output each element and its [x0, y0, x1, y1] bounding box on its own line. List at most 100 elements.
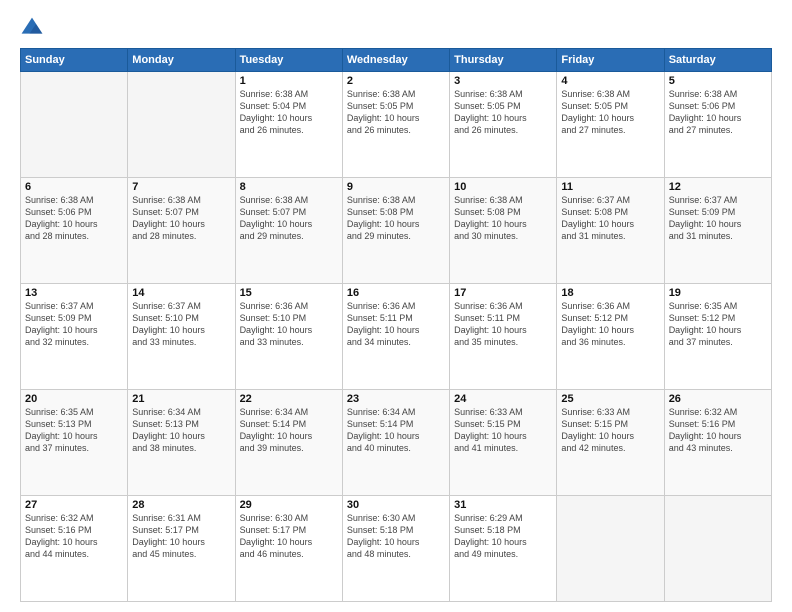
- calendar-table: SundayMondayTuesdayWednesdayThursdayFrid…: [20, 48, 772, 602]
- day-number: 17: [454, 287, 552, 299]
- day-detail: Sunrise: 6:38 AM Sunset: 5:04 PM Dayligh…: [240, 88, 338, 137]
- calendar-week-row: 27Sunrise: 6:32 AM Sunset: 5:16 PM Dayli…: [21, 496, 772, 602]
- day-number: 1: [240, 75, 338, 87]
- day-number: 12: [669, 181, 767, 193]
- day-detail: Sunrise: 6:35 AM Sunset: 5:12 PM Dayligh…: [669, 300, 767, 349]
- calendar-week-row: 1Sunrise: 6:38 AM Sunset: 5:04 PM Daylig…: [21, 72, 772, 178]
- calendar-day-cell: 8Sunrise: 6:38 AM Sunset: 5:07 PM Daylig…: [235, 178, 342, 284]
- day-detail: Sunrise: 6:38 AM Sunset: 5:07 PM Dayligh…: [240, 194, 338, 243]
- calendar-day-cell: [557, 496, 664, 602]
- day-detail: Sunrise: 6:35 AM Sunset: 5:13 PM Dayligh…: [25, 406, 123, 455]
- calendar-day-cell: [21, 72, 128, 178]
- day-detail: Sunrise: 6:38 AM Sunset: 5:06 PM Dayligh…: [669, 88, 767, 137]
- day-detail: Sunrise: 6:30 AM Sunset: 5:18 PM Dayligh…: [347, 512, 445, 561]
- day-number: 29: [240, 499, 338, 511]
- day-number: 19: [669, 287, 767, 299]
- day-detail: Sunrise: 6:31 AM Sunset: 5:17 PM Dayligh…: [132, 512, 230, 561]
- day-detail: Sunrise: 6:38 AM Sunset: 5:05 PM Dayligh…: [561, 88, 659, 137]
- calendar-header-thursday: Thursday: [450, 49, 557, 72]
- day-number: 31: [454, 499, 552, 511]
- calendar-week-row: 13Sunrise: 6:37 AM Sunset: 5:09 PM Dayli…: [21, 284, 772, 390]
- day-detail: Sunrise: 6:33 AM Sunset: 5:15 PM Dayligh…: [561, 406, 659, 455]
- day-detail: Sunrise: 6:33 AM Sunset: 5:15 PM Dayligh…: [454, 406, 552, 455]
- day-number: 11: [561, 181, 659, 193]
- day-detail: Sunrise: 6:38 AM Sunset: 5:08 PM Dayligh…: [347, 194, 445, 243]
- calendar-day-cell: 24Sunrise: 6:33 AM Sunset: 5:15 PM Dayli…: [450, 390, 557, 496]
- day-number: 13: [25, 287, 123, 299]
- day-number: 20: [25, 393, 123, 405]
- day-number: 16: [347, 287, 445, 299]
- calendar-day-cell: 26Sunrise: 6:32 AM Sunset: 5:16 PM Dayli…: [664, 390, 771, 496]
- logo-icon: [20, 16, 44, 40]
- calendar-day-cell: 3Sunrise: 6:38 AM Sunset: 5:05 PM Daylig…: [450, 72, 557, 178]
- calendar-header-sunday: Sunday: [21, 49, 128, 72]
- calendar-day-cell: 16Sunrise: 6:36 AM Sunset: 5:11 PM Dayli…: [342, 284, 449, 390]
- calendar-day-cell: 22Sunrise: 6:34 AM Sunset: 5:14 PM Dayli…: [235, 390, 342, 496]
- page: SundayMondayTuesdayWednesdayThursdayFrid…: [0, 0, 792, 612]
- day-number: 4: [561, 75, 659, 87]
- day-detail: Sunrise: 6:30 AM Sunset: 5:17 PM Dayligh…: [240, 512, 338, 561]
- day-detail: Sunrise: 6:34 AM Sunset: 5:14 PM Dayligh…: [240, 406, 338, 455]
- calendar-day-cell: 25Sunrise: 6:33 AM Sunset: 5:15 PM Dayli…: [557, 390, 664, 496]
- calendar-week-row: 20Sunrise: 6:35 AM Sunset: 5:13 PM Dayli…: [21, 390, 772, 496]
- day-number: 15: [240, 287, 338, 299]
- calendar-day-cell: 7Sunrise: 6:38 AM Sunset: 5:07 PM Daylig…: [128, 178, 235, 284]
- day-number: 22: [240, 393, 338, 405]
- day-detail: Sunrise: 6:38 AM Sunset: 5:05 PM Dayligh…: [347, 88, 445, 137]
- day-detail: Sunrise: 6:34 AM Sunset: 5:13 PM Dayligh…: [132, 406, 230, 455]
- calendar-day-cell: 15Sunrise: 6:36 AM Sunset: 5:10 PM Dayli…: [235, 284, 342, 390]
- day-number: 14: [132, 287, 230, 299]
- calendar-day-cell: [128, 72, 235, 178]
- day-number: 9: [347, 181, 445, 193]
- day-number: 24: [454, 393, 552, 405]
- day-number: 25: [561, 393, 659, 405]
- calendar-day-cell: 30Sunrise: 6:30 AM Sunset: 5:18 PM Dayli…: [342, 496, 449, 602]
- calendar-day-cell: 28Sunrise: 6:31 AM Sunset: 5:17 PM Dayli…: [128, 496, 235, 602]
- calendar-day-cell: 11Sunrise: 6:37 AM Sunset: 5:08 PM Dayli…: [557, 178, 664, 284]
- calendar-day-cell: 2Sunrise: 6:38 AM Sunset: 5:05 PM Daylig…: [342, 72, 449, 178]
- day-detail: Sunrise: 6:38 AM Sunset: 5:05 PM Dayligh…: [454, 88, 552, 137]
- day-number: 10: [454, 181, 552, 193]
- day-number: 8: [240, 181, 338, 193]
- day-detail: Sunrise: 6:34 AM Sunset: 5:14 PM Dayligh…: [347, 406, 445, 455]
- calendar-day-cell: 18Sunrise: 6:36 AM Sunset: 5:12 PM Dayli…: [557, 284, 664, 390]
- calendar-header-row: SundayMondayTuesdayWednesdayThursdayFrid…: [21, 49, 772, 72]
- day-number: 23: [347, 393, 445, 405]
- calendar-day-cell: 6Sunrise: 6:38 AM Sunset: 5:06 PM Daylig…: [21, 178, 128, 284]
- day-detail: Sunrise: 6:32 AM Sunset: 5:16 PM Dayligh…: [669, 406, 767, 455]
- day-detail: Sunrise: 6:37 AM Sunset: 5:09 PM Dayligh…: [25, 300, 123, 349]
- day-detail: Sunrise: 6:37 AM Sunset: 5:09 PM Dayligh…: [669, 194, 767, 243]
- day-detail: Sunrise: 6:29 AM Sunset: 5:18 PM Dayligh…: [454, 512, 552, 561]
- day-detail: Sunrise: 6:36 AM Sunset: 5:11 PM Dayligh…: [454, 300, 552, 349]
- day-detail: Sunrise: 6:32 AM Sunset: 5:16 PM Dayligh…: [25, 512, 123, 561]
- day-number: 6: [25, 181, 123, 193]
- calendar-header-monday: Monday: [128, 49, 235, 72]
- day-detail: Sunrise: 6:38 AM Sunset: 5:06 PM Dayligh…: [25, 194, 123, 243]
- calendar-day-cell: 14Sunrise: 6:37 AM Sunset: 5:10 PM Dayli…: [128, 284, 235, 390]
- day-number: 2: [347, 75, 445, 87]
- calendar-day-cell: 10Sunrise: 6:38 AM Sunset: 5:08 PM Dayli…: [450, 178, 557, 284]
- calendar-day-cell: 29Sunrise: 6:30 AM Sunset: 5:17 PM Dayli…: [235, 496, 342, 602]
- calendar-week-row: 6Sunrise: 6:38 AM Sunset: 5:06 PM Daylig…: [21, 178, 772, 284]
- day-number: 26: [669, 393, 767, 405]
- calendar-header-tuesday: Tuesday: [235, 49, 342, 72]
- day-number: 3: [454, 75, 552, 87]
- calendar-day-cell: 17Sunrise: 6:36 AM Sunset: 5:11 PM Dayli…: [450, 284, 557, 390]
- calendar-day-cell: 13Sunrise: 6:37 AM Sunset: 5:09 PM Dayli…: [21, 284, 128, 390]
- calendar-header-friday: Friday: [557, 49, 664, 72]
- calendar-day-cell: 5Sunrise: 6:38 AM Sunset: 5:06 PM Daylig…: [664, 72, 771, 178]
- calendar-day-cell: 4Sunrise: 6:38 AM Sunset: 5:05 PM Daylig…: [557, 72, 664, 178]
- calendar-header-saturday: Saturday: [664, 49, 771, 72]
- calendar-day-cell: 27Sunrise: 6:32 AM Sunset: 5:16 PM Dayli…: [21, 496, 128, 602]
- calendar-day-cell: 19Sunrise: 6:35 AM Sunset: 5:12 PM Dayli…: [664, 284, 771, 390]
- calendar-day-cell: 9Sunrise: 6:38 AM Sunset: 5:08 PM Daylig…: [342, 178, 449, 284]
- day-detail: Sunrise: 6:38 AM Sunset: 5:07 PM Dayligh…: [132, 194, 230, 243]
- header: [20, 16, 772, 40]
- day-detail: Sunrise: 6:36 AM Sunset: 5:10 PM Dayligh…: [240, 300, 338, 349]
- day-detail: Sunrise: 6:36 AM Sunset: 5:12 PM Dayligh…: [561, 300, 659, 349]
- day-detail: Sunrise: 6:38 AM Sunset: 5:08 PM Dayligh…: [454, 194, 552, 243]
- day-number: 27: [25, 499, 123, 511]
- day-detail: Sunrise: 6:37 AM Sunset: 5:10 PM Dayligh…: [132, 300, 230, 349]
- calendar-header-wednesday: Wednesday: [342, 49, 449, 72]
- day-number: 30: [347, 499, 445, 511]
